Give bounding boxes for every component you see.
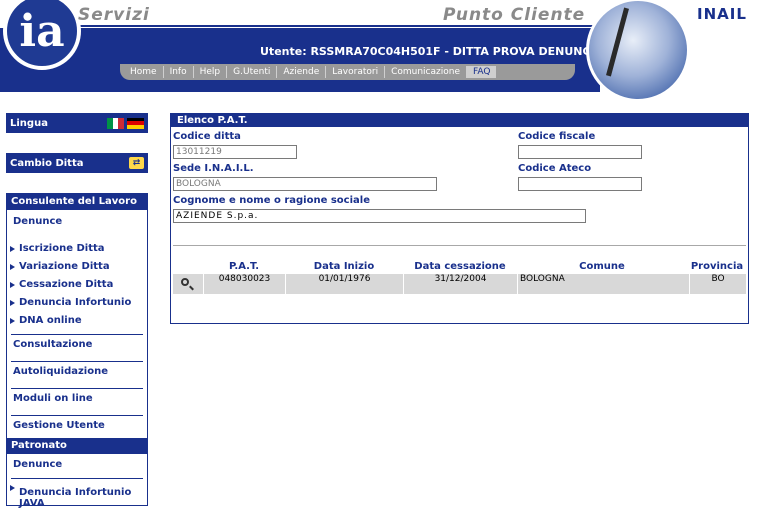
sidebar-item-denuncia-java[interactable]: Denuncia Infortunio JAVA [7,479,147,509]
elenco-pat-panel: Elenco P.A.T. Codice ditta 13011219 Codi… [170,113,749,324]
cell-pat: 048030023 [203,274,285,294]
codice-fiscale-field[interactable] [518,145,642,159]
user-info: Utente: RSSMRA70C04H501F - DITTA PROVA D… [260,45,598,58]
nav-gutenti[interactable]: G.Utenti [226,66,276,78]
header-photo [586,0,690,102]
section-patronato: Patronato [7,438,147,454]
user-label: Utente: [260,45,307,58]
cell-provincia: BO [689,274,746,294]
header-band [0,28,600,92]
magnifier-icon[interactable] [181,278,189,286]
section-consulente: Consulente del Lavoro [7,194,147,210]
ragione-sociale-field[interactable]: AZIENDE S.p.a. [173,209,586,223]
panel-title: Elenco P.A.T. [171,114,748,127]
col-header-data-inizio: Data Inizio [313,261,375,272]
sede-inail-label: Sede I.N.A.I.L. [173,163,254,174]
col-header-provincia: Provincia [690,261,744,272]
sidebar-item-variazione[interactable]: Variazione Ditta [7,258,147,276]
header-rule [74,25,600,27]
user-value: RSSMRA70C04H501F - DITTA PROVA DENUNCE [310,45,599,58]
cambio-ditta-label[interactable]: Cambio Ditta [10,158,83,169]
codice-fiscale-label: Codice fiscale [518,131,596,142]
italian-flag-icon[interactable] [107,117,125,129]
nav-home[interactable]: Home [124,66,163,78]
sidebar-item-denunce-patronato[interactable]: Denunce [7,454,147,478]
lingua-box: Lingua [6,113,148,133]
cambio-ditta-box[interactable]: Cambio Ditta ⇄ [6,153,148,173]
ragione-sociale-label: Cognome e nome o ragione sociale [173,195,370,206]
col-header-comune: Comune [579,261,625,272]
brand-logo[interactable]: INAIL [697,5,747,23]
punto-cliente-title: Punto Cliente [443,5,586,25]
nav-help[interactable]: Help [192,66,227,78]
sidebar-item-cessazione[interactable]: Cessazione Ditta [7,276,147,294]
detail-cell[interactable] [173,274,203,294]
top-nav: Home Info Help G.Utenti Aziende Lavorato… [120,64,575,80]
codice-ditta-field[interactable]: 13011219 [173,145,297,159]
pen-icon [606,7,629,77]
sidebar-item-gestione-utente[interactable]: Gestione Utente [7,416,147,438]
nav-faq[interactable]: FAQ [466,66,497,78]
col-header-pat: P.A.T. [228,261,260,272]
codice-ateco-label: Codice Ateco [518,163,592,174]
sede-inail-field[interactable]: BOLOGNA [173,177,437,191]
servizi-title: Servizi [78,5,150,25]
cell-data-inizio: 01/01/1976 [285,274,403,294]
german-flag-icon[interactable] [127,117,144,129]
cell-data-cessazione: 31/12/2004 [403,274,517,294]
nav-comunicazione[interactable]: Comunicazione [384,66,466,78]
language-flags [107,117,144,129]
codice-ateco-field[interactable] [518,177,642,191]
nav-info[interactable]: Info [162,66,193,78]
cell-comune: BOLOGNA [517,274,689,294]
codice-ditta-label: Codice ditta [173,131,241,142]
sidebar-item-moduli[interactable]: Moduli on line [7,389,147,415]
inail-logo-icon[interactable]: ia [3,0,81,70]
sidebar-item-consultazione[interactable]: Consultazione [7,335,147,361]
sidebar-item-denunce[interactable]: Denunce [7,216,147,234]
nav-aziende[interactable]: Aziende [276,66,325,78]
sidebar-item-denuncia-infortunio[interactable]: Denuncia Infortunio [7,294,147,312]
nav-lavoratori[interactable]: Lavoratori [325,66,384,78]
col-header-data-cessazione: Data cessazione [414,261,506,272]
table-row[interactable]: 048030023 01/01/1976 31/12/2004 BOLOGNA … [173,274,746,294]
sidebar-item-dna-online[interactable]: DNA online [7,312,147,330]
divider [173,245,746,246]
lingua-label: Lingua [10,117,48,129]
change-company-icon[interactable]: ⇄ [129,157,144,169]
sidebar-item-iscrizione[interactable]: Iscrizione Ditta [7,240,147,258]
sidebar-item-autoliquidazione[interactable]: Autoliquidazione [7,362,147,388]
sidebar-menu: Consulente del Lavoro Denunce Iscrizione… [6,193,148,509]
